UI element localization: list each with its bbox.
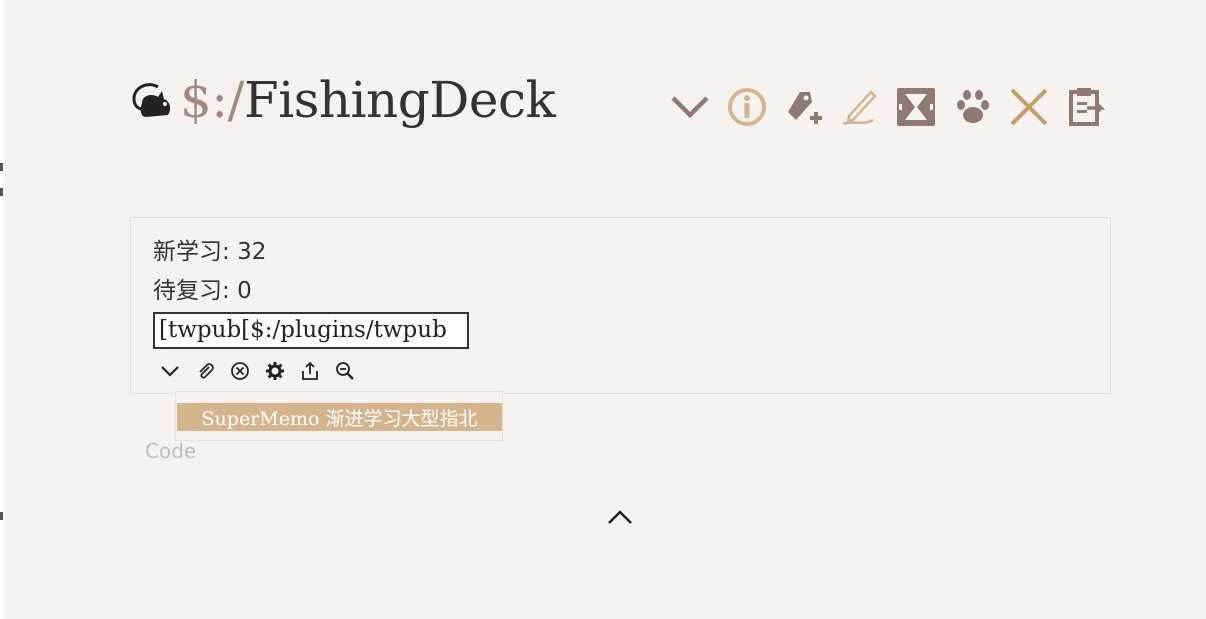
input-toolbar [157,359,357,383]
new-tag-icon [788,92,823,124]
stat-new: 新学习: 32 [153,239,267,265]
hourglass-icon [897,88,936,126]
chevron-down-icon [671,96,709,119]
stat-review-value: 0 [237,278,252,304]
share-icon [301,361,318,380]
code-label: Code [145,439,197,463]
window-edge [0,0,4,619]
stat-new-label: 新学习 [153,239,222,265]
filter-input[interactable]: [twpub[$:/plugins/twpub [153,312,469,349]
paw-button[interactable] [945,84,1002,130]
page-title: $:/FishingDeck [180,70,556,130]
tiddler-toolbar [662,84,1114,130]
clear-icon [230,362,249,380]
fold-button[interactable] [888,84,945,130]
paperclip-icon [198,363,214,379]
title-name: FishingDeck [244,71,556,129]
paw-icon [956,90,989,123]
edge-mark [0,188,3,196]
stat-new-value: 32 [237,239,267,265]
dropdown-toggle-button[interactable] [157,359,182,383]
autocomplete-dropdown: SuperMemo 渐进学习大型指北 [175,391,503,441]
zoom-out-icon [335,362,354,380]
close-icon [1010,88,1048,126]
attach-button[interactable] [192,359,217,383]
info-button[interactable] [719,84,776,130]
stat-review: 待复习: 0 [153,278,252,304]
new-tag-button[interactable] [775,84,832,130]
title-prefix: $:/ [180,71,245,129]
edit-button[interactable] [832,84,889,130]
clear-button[interactable] [227,359,252,383]
more-button[interactable] [662,84,719,130]
gear-icon [265,362,284,380]
clipboard-export-icon [1068,88,1105,126]
pencil-icon [842,90,877,126]
settings-button[interactable] [262,359,287,383]
chevron-down-icon [160,366,179,377]
edge-mark [0,512,3,520]
tiddler-header: $:/FishingDeck [128,70,556,130]
tiddler-body: 新学习: 32 待复习: 0 [twpub[$:/plugins/twpub [130,217,1111,394]
info-icon [727,88,766,126]
dropdown-item[interactable]: SuperMemo 渐进学习大型指北 [177,403,502,431]
stat-review-label: 待复习 [153,278,222,304]
edge-mark [0,163,3,171]
cat-logo-icon [132,83,171,117]
close-button[interactable] [1001,84,1058,130]
zoom-out-button[interactable] [332,359,357,383]
scroll-top-button[interactable] [603,502,637,532]
share-button[interactable] [297,359,322,383]
chevron-up-icon [608,510,632,524]
export-button[interactable] [1058,84,1115,130]
